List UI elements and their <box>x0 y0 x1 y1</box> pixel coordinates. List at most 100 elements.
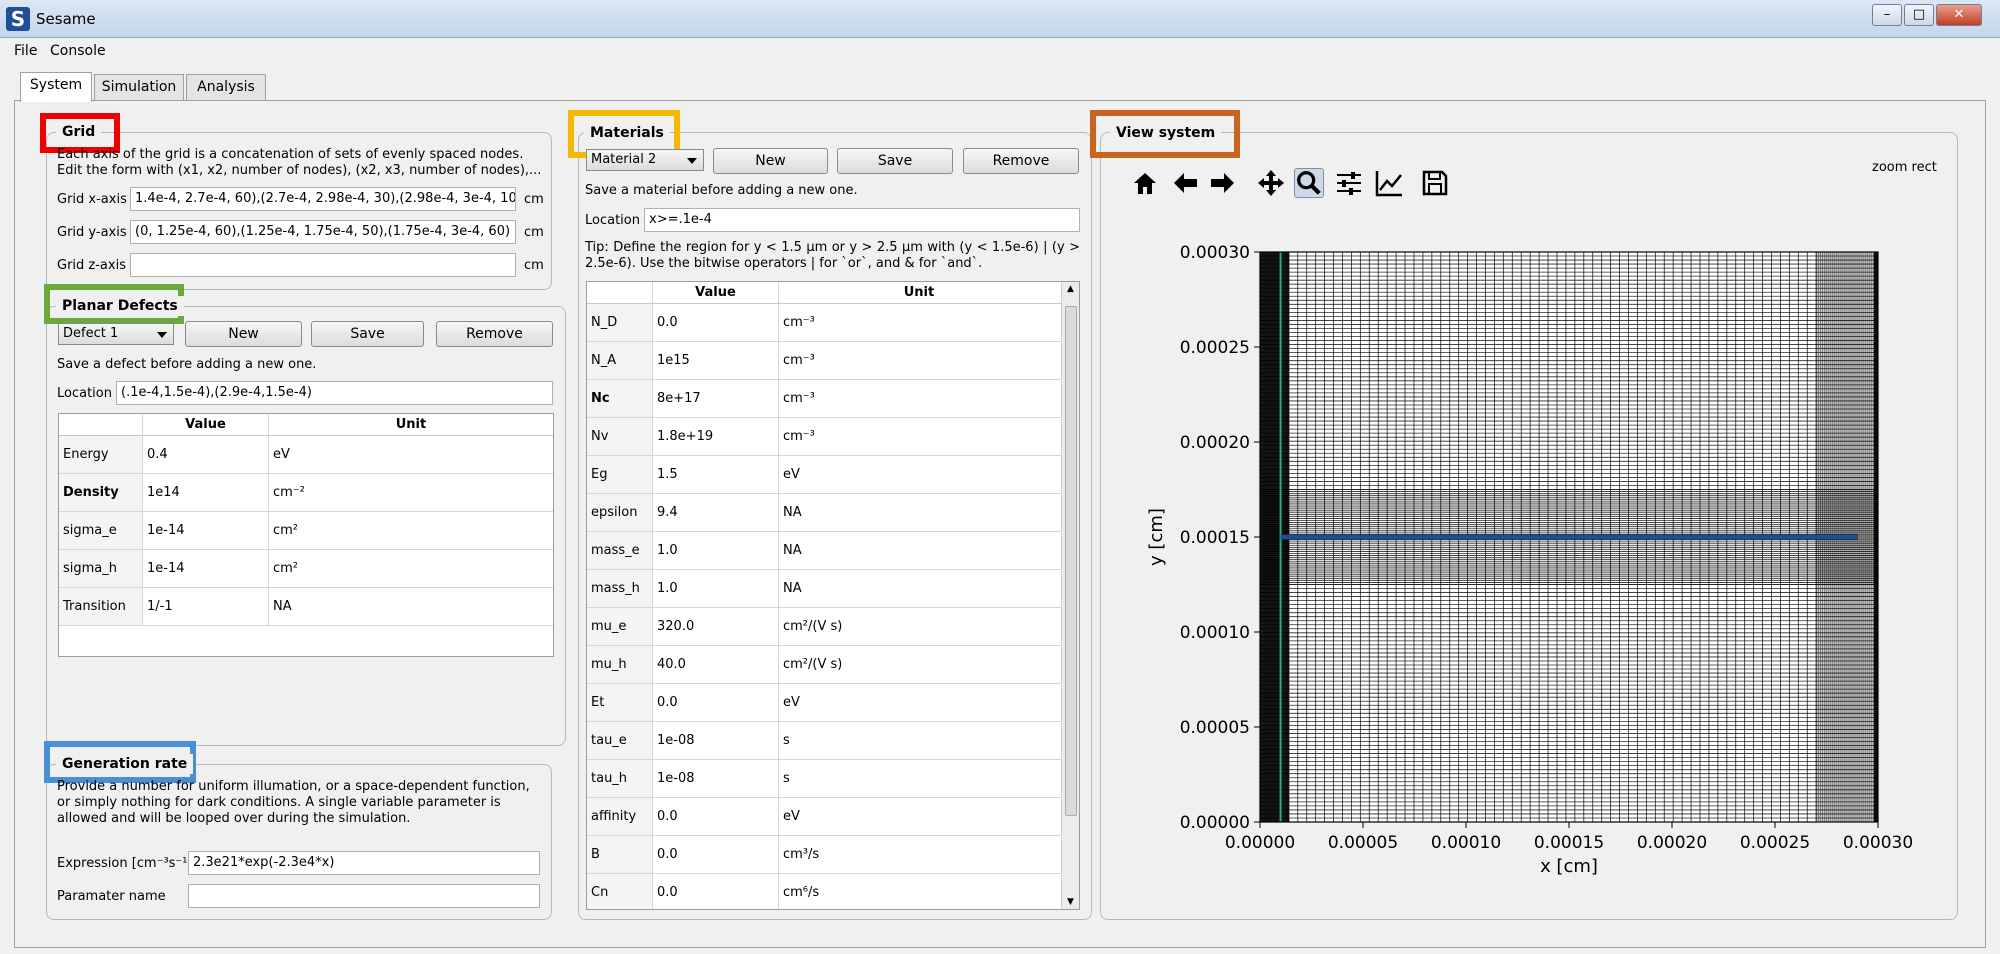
material-row-value[interactable]: 0.0 <box>653 836 779 873</box>
material-row-value[interactable]: 0.0 <box>653 684 779 721</box>
material-row[interactable]: mu_h 40.0 cm²/(V s) <box>587 646 1079 684</box>
material-row-unit[interactable]: cm²/(V s) <box>779 646 842 683</box>
defect-row-value[interactable]: 1e-14 <box>143 550 269 587</box>
material-select[interactable]: Material 2 <box>586 149 704 171</box>
material-row[interactable]: affinity 0.0 eV <box>587 798 1079 836</box>
minimize-button[interactable]: – <box>1872 4 1902 26</box>
defect-row-unit[interactable]: eV <box>269 436 290 473</box>
defect-row[interactable]: Transition 1/-1 NA <box>59 588 553 626</box>
material-row-value[interactable]: 0.0 <box>653 798 779 835</box>
material-row-unit[interactable]: s <box>779 722 790 759</box>
defect-select[interactable]: Defect 1 <box>58 323 174 345</box>
material-new-button[interactable]: New <box>713 148 828 174</box>
material-row[interactable]: tau_e 1e-08 s <box>587 722 1079 760</box>
material-row-unit[interactable]: NA <box>779 532 802 569</box>
material-row-unit[interactable]: eV <box>779 798 800 835</box>
material-row-value[interactable]: 320.0 <box>653 608 779 645</box>
back-icon[interactable] <box>1170 168 1200 198</box>
material-row[interactable]: Et 0.0 eV <box>587 684 1079 722</box>
material-row[interactable]: Nv 1.8e+19 cm⁻³ <box>587 418 1079 456</box>
material-row-unit[interactable]: cm⁶/s <box>779 874 819 909</box>
save-figure-icon[interactable] <box>1420 168 1450 198</box>
material-row-value[interactable]: 1.5 <box>653 456 779 493</box>
defect-new-button[interactable]: New <box>185 321 302 347</box>
material-save-button[interactable]: Save <box>837 148 953 174</box>
menu-console[interactable]: Console <box>50 43 106 59</box>
material-row-value[interactable]: 0.0 <box>653 304 779 341</box>
grid-x-label: Grid x-axis <box>57 192 127 207</box>
material-scrollbar[interactable]: ▲ ▼ <box>1061 282 1079 909</box>
defect-row-unit[interactable]: cm⁻² <box>269 474 305 511</box>
defect-row[interactable]: Density 1e14 cm⁻² <box>59 474 553 512</box>
forward-icon[interactable] <box>1208 168 1238 198</box>
material-remove-button[interactable]: Remove <box>963 148 1079 174</box>
defect-row-value[interactable]: 1/-1 <box>143 588 269 625</box>
defect-row[interactable]: sigma_e 1e-14 cm² <box>59 512 553 550</box>
material-row[interactable]: epsilon 9.4 NA <box>587 494 1079 532</box>
material-row-value[interactable]: 1.0 <box>653 570 779 607</box>
tab-system[interactable]: System <box>20 72 92 102</box>
defect-row-unit[interactable]: cm² <box>269 550 298 587</box>
grid-z-input[interactable] <box>130 253 516 277</box>
pan-icon[interactable] <box>1256 168 1286 198</box>
material-row-unit[interactable]: eV <box>779 684 800 721</box>
material-row-unit[interactable]: cm⁻³ <box>779 418 815 455</box>
scroll-thumb[interactable] <box>1065 306 1077 816</box>
menu-file[interactable]: File <box>14 43 37 59</box>
defect-row[interactable]: Energy 0.4 eV <box>59 436 553 474</box>
tab-simulation[interactable]: Simulation <box>94 74 184 100</box>
material-row-value[interactable]: 9.4 <box>653 494 779 531</box>
material-row[interactable]: Eg 1.5 eV <box>587 456 1079 494</box>
defect-save-button[interactable]: Save <box>311 321 424 347</box>
material-row-value[interactable]: 8e+17 <box>653 380 779 417</box>
defect-remove-button[interactable]: Remove <box>436 321 553 347</box>
scroll-up-icon[interactable]: ▲ <box>1062 284 1079 294</box>
material-row-unit[interactable]: cm²/(V s) <box>779 608 842 645</box>
material-row-value[interactable]: 1e-08 <box>653 760 779 797</box>
zoom-icon[interactable] <box>1294 168 1324 198</box>
material-row-unit[interactable]: s <box>779 760 790 797</box>
material-row[interactable]: tau_h 1e-08 s <box>587 760 1079 798</box>
material-row[interactable]: mass_h 1.0 NA <box>587 570 1079 608</box>
material-location-input[interactable]: x>=.1e-4 <box>644 208 1080 232</box>
material-row-value[interactable]: 0.0 <box>653 874 779 909</box>
grid-x-input[interactable]: 1.4e-4, 2.7e-4, 60),(2.7e-4, 2.98e-4, 30… <box>130 187 516 211</box>
material-row-value[interactable]: 1.0 <box>653 532 779 569</box>
material-row-value[interactable]: 1.8e+19 <box>653 418 779 455</box>
material-row-value[interactable]: 1e15 <box>653 342 779 379</box>
parameter-input[interactable] <box>188 884 540 908</box>
material-row[interactable]: mass_e 1.0 NA <box>587 532 1079 570</box>
maximize-button[interactable]: □ <box>1904 4 1934 26</box>
defect-row-value[interactable]: 1e14 <box>143 474 269 511</box>
material-row-unit[interactable]: cm⁻³ <box>779 342 815 379</box>
edit-curve-icon[interactable] <box>1374 168 1404 198</box>
material-row[interactable]: N_A 1e15 cm⁻³ <box>587 342 1079 380</box>
configure-icon[interactable] <box>1334 168 1364 198</box>
home-icon[interactable] <box>1130 168 1160 198</box>
expression-input[interactable]: 2.3e21*exp(-2.3e4*x) <box>188 851 540 875</box>
material-row[interactable]: Cn 0.0 cm⁶/s <box>587 874 1079 909</box>
material-row-unit[interactable]: cm⁻³ <box>779 380 815 417</box>
material-row[interactable]: Nc 8e+17 cm⁻³ <box>587 380 1079 418</box>
defect-row[interactable]: sigma_h 1e-14 cm² <box>59 550 553 588</box>
material-row[interactable]: B 0.0 cm³/s <box>587 836 1079 874</box>
defect-row-value[interactable]: 0.4 <box>143 436 269 473</box>
material-row-unit[interactable]: cm³/s <box>779 836 819 873</box>
grid-y-input[interactable]: (0, 1.25e-4, 60),(1.25e-4, 1.75e-4, 50),… <box>130 220 516 244</box>
tab-analysis[interactable]: Analysis <box>186 74 266 100</box>
defect-row-unit[interactable]: NA <box>269 588 292 625</box>
defect-row-value[interactable]: 1e-14 <box>143 512 269 549</box>
material-row-unit[interactable]: eV <box>779 456 800 493</box>
material-row-unit[interactable]: cm⁻³ <box>779 304 815 341</box>
system-plot[interactable]: 0.00000 0.00005 0.00010 0.00015 0.00020 0.000… <box>1100 230 1940 890</box>
material-row-value[interactable]: 40.0 <box>653 646 779 683</box>
scroll-down-icon[interactable]: ▼ <box>1062 897 1079 907</box>
defect-row-unit[interactable]: cm² <box>269 512 298 549</box>
material-row-value[interactable]: 1e-08 <box>653 722 779 759</box>
defect-location-input[interactable]: (.1e-4,1.5e-4),(2.9e-4,1.5e-4) <box>116 381 553 405</box>
close-button[interactable]: ✕ <box>1936 4 1982 26</box>
material-row[interactable]: mu_e 320.0 cm²/(V s) <box>587 608 1079 646</box>
material-row-unit[interactable]: NA <box>779 494 802 531</box>
material-row[interactable]: N_D 0.0 cm⁻³ <box>587 304 1079 342</box>
material-row-unit[interactable]: NA <box>779 570 802 607</box>
